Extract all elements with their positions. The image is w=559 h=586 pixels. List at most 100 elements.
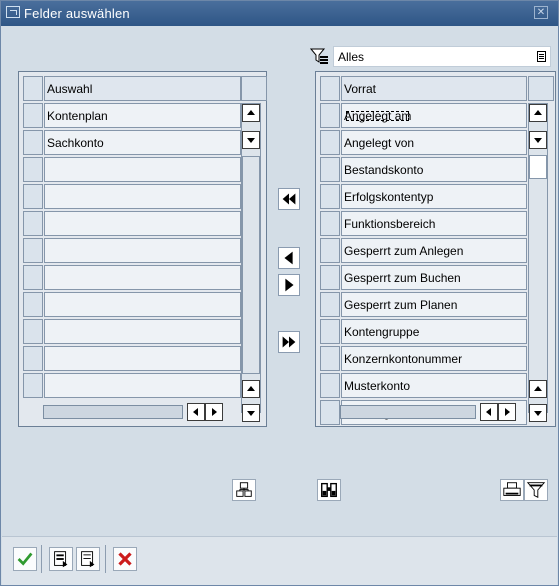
field-cell[interactable]	[44, 319, 241, 344]
move-all-right-button[interactable]	[278, 331, 300, 353]
field-cell[interactable]	[44, 292, 241, 317]
row-selector[interactable]	[320, 211, 340, 236]
field-cell[interactable]: Musterkonto	[341, 373, 527, 398]
row-selector[interactable]	[320, 373, 340, 398]
select-all-cell[interactable]	[320, 76, 340, 101]
field-cell[interactable]: Bestandskonto	[341, 157, 527, 182]
move-left-button[interactable]	[278, 247, 300, 269]
scroll-right-button[interactable]	[205, 403, 223, 421]
row-selector[interactable]	[320, 130, 340, 155]
field-cell[interactable]: Gesperrt zum Anlegen	[341, 238, 527, 263]
row-selector[interactable]	[320, 238, 340, 263]
select-all-cell[interactable]	[23, 76, 43, 101]
right-vertical-scrollbar[interactable]	[528, 103, 548, 422]
arrow-up-icon	[247, 386, 255, 391]
arrow-left-icon	[486, 408, 491, 416]
scroll-up-button[interactable]	[242, 104, 260, 122]
field-cell[interactable]	[44, 265, 241, 290]
move-all-left-button[interactable]	[278, 188, 300, 210]
deselect-all-button[interactable]	[76, 547, 100, 571]
move-right-button[interactable]	[278, 274, 300, 296]
field-cell[interactable]: Gesperrt zum Buchen	[341, 265, 527, 290]
scroll-thumb[interactable]	[242, 156, 260, 374]
focused-cell-text: Angelegt am	[344, 109, 412, 123]
field-cell[interactable]: Angelegt am	[341, 103, 527, 128]
row-selector[interactable]	[23, 211, 43, 236]
scroll-down-button[interactable]	[529, 131, 547, 149]
scroll-track	[340, 405, 476, 419]
scroll-left-button[interactable]	[480, 403, 498, 421]
row-selector[interactable]	[23, 292, 43, 317]
column-header[interactable]: Vorrat	[341, 76, 527, 101]
scroll-left-button[interactable]	[187, 403, 205, 421]
row-selector[interactable]	[23, 373, 43, 398]
scroll-page-up-button[interactable]	[242, 380, 260, 398]
cancel-button[interactable]	[113, 547, 137, 571]
field-cell[interactable]: Kontengruppe	[341, 319, 527, 344]
row-selector[interactable]	[23, 184, 43, 209]
arrow-right-icon	[505, 408, 510, 416]
scroll-page-up-button[interactable]	[529, 380, 547, 398]
scroll-page-down-button[interactable]	[529, 404, 547, 422]
field-cell[interactable]: Sachkonto	[44, 130, 241, 155]
row-selector[interactable]	[23, 265, 43, 290]
row-selector[interactable]	[320, 265, 340, 290]
row-selector[interactable]	[320, 184, 340, 209]
filter-funnel-icon[interactable]	[310, 47, 330, 67]
field-cell[interactable]: Funktionsbereich	[341, 211, 527, 236]
field-cell[interactable]: Erfolgskontentyp	[341, 184, 527, 209]
dialog-footer	[2, 536, 557, 585]
scroll-up-button[interactable]	[529, 104, 547, 122]
row-selector[interactable]	[23, 238, 43, 263]
scroll-thumb[interactable]	[529, 155, 547, 179]
field-cell[interactable]	[44, 157, 241, 182]
row-selector[interactable]	[320, 157, 340, 182]
filter-dropdown[interactable]: Alles	[333, 46, 551, 67]
left-horizontal-scrollbar[interactable]	[43, 403, 243, 421]
field-cell[interactable]	[44, 346, 241, 371]
row-selector[interactable]	[320, 346, 340, 371]
row-selector[interactable]	[23, 157, 43, 182]
field-cell[interactable]	[44, 184, 241, 209]
arrow-right-icon	[212, 408, 217, 416]
header-corner-cell	[528, 76, 554, 101]
scroll-right-button[interactable]	[498, 403, 516, 421]
row-selector[interactable]	[320, 319, 340, 344]
field-cell[interactable]	[44, 211, 241, 236]
scroll-page-down-button[interactable]	[242, 404, 260, 422]
column-header[interactable]: Auswahl	[44, 76, 241, 101]
dropdown-list-icon[interactable]	[537, 51, 546, 62]
binoculars-icon[interactable]	[317, 479, 341, 501]
row-selector[interactable]	[320, 400, 340, 425]
window-icon	[6, 6, 20, 18]
row-selector[interactable]	[23, 319, 43, 344]
field-cell[interactable]	[44, 238, 241, 263]
arrow-down-icon	[534, 138, 542, 143]
column-settings-button[interactable]	[232, 479, 256, 501]
row-selector[interactable]	[23, 346, 43, 371]
field-cell[interactable]	[44, 373, 241, 398]
right-horizontal-scrollbar[interactable]	[340, 403, 530, 421]
available-fields-panel: Vorrat Angelegt am Angelegt von Bestandskon…	[315, 71, 556, 427]
confirm-button[interactable]	[13, 547, 37, 571]
field-cell[interactable]: Kontenplan	[44, 103, 241, 128]
selected-fields-panel: Auswahl Kontenplan Sachkonto	[18, 71, 267, 427]
row-selector[interactable]	[23, 130, 43, 155]
field-cell[interactable]: Konzernkontonummer	[341, 346, 527, 371]
scroll-down-button[interactable]	[242, 131, 260, 149]
field-cell[interactable]: Angelegt von	[341, 130, 527, 155]
arrow-down-icon	[247, 411, 255, 416]
row-selector[interactable]	[320, 103, 340, 128]
left-vertical-scrollbar[interactable]	[241, 103, 261, 422]
close-icon[interactable]: ✕	[534, 6, 548, 19]
field-cell[interactable]: Gesperrt zum Planen	[341, 292, 527, 317]
scroll-track	[43, 405, 183, 419]
field-selection-dialog: Felder auswählen ✕ Alles Auswahl Kontenpl…	[0, 0, 559, 586]
toolbar-separator	[41, 545, 42, 573]
filter-value: Alles	[338, 50, 365, 64]
row-selector[interactable]	[320, 292, 340, 317]
filter-settings-button[interactable]	[524, 479, 548, 501]
print-button[interactable]	[500, 479, 524, 501]
select-all-button[interactable]	[49, 547, 73, 571]
row-selector[interactable]	[23, 103, 43, 128]
